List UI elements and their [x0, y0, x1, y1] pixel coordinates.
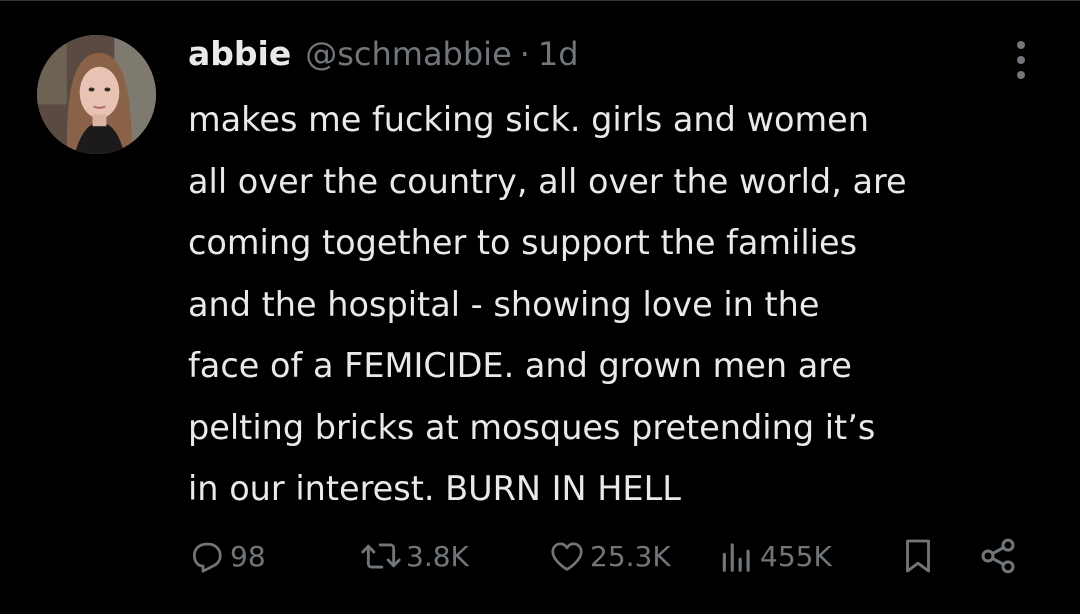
- bookmark-button[interactable]: [900, 531, 936, 581]
- avatar-photo: [37, 35, 156, 154]
- tweet-header: abbie @schmabbie · 1d: [188, 34, 579, 78]
- tweet-text: makes me fucking sick. girls and women a…: [188, 89, 1068, 520]
- tweet-text-line: face of a FEMICIDE. and grown men are: [188, 346, 852, 385]
- heart-icon: [551, 542, 583, 571]
- tweet-text-line: in our interest. BURN IN HELL: [188, 469, 681, 508]
- separator-dot: ·: [519, 35, 530, 73]
- retweet-count: 3.8K: [406, 539, 469, 573]
- retweet-button[interactable]: 3.8K: [360, 531, 469, 581]
- retweet-icon: [361, 543, 401, 569]
- author-name[interactable]: abbie: [188, 34, 291, 73]
- like-button[interactable]: 25.3K: [548, 531, 671, 581]
- reply-button[interactable]: 98: [188, 531, 266, 581]
- tweet-text-line: and the hospital - showing love in the: [188, 284, 820, 324]
- tweet-text-line: makes me fucking sick. girls and women: [188, 100, 869, 139]
- author-handle[interactable]: @schmabbie: [305, 35, 512, 73]
- more-vertical-icon[interactable]: [1008, 39, 1034, 81]
- share-button[interactable]: [978, 531, 1018, 581]
- tweet-text-line: coming together to support the families: [188, 223, 858, 262]
- tweet-text-line: pelting bricks at mosques pretending it’…: [188, 407, 876, 447]
- reply-count: 98: [230, 539, 266, 573]
- action-bar: 98 3.8K 25.3K 455K: [188, 531, 1028, 581]
- views-count: 455K: [760, 539, 832, 573]
- reply-icon: [192, 542, 222, 573]
- views-bar-chart-icon: [722, 543, 750, 572]
- share-icon: [981, 538, 1015, 574]
- tweet-card[interactable]: abbie @schmabbie · 1d makes me fucking s…: [0, 0, 1080, 614]
- avatar[interactable]: [37, 35, 156, 154]
- bookmark-icon: [906, 539, 930, 573]
- views-button[interactable]: 455K: [718, 531, 832, 581]
- tweet-text-line: all over the country, all over the world…: [188, 161, 907, 201]
- like-count: 25.3K: [590, 539, 671, 573]
- timestamp[interactable]: 1d: [538, 35, 579, 73]
